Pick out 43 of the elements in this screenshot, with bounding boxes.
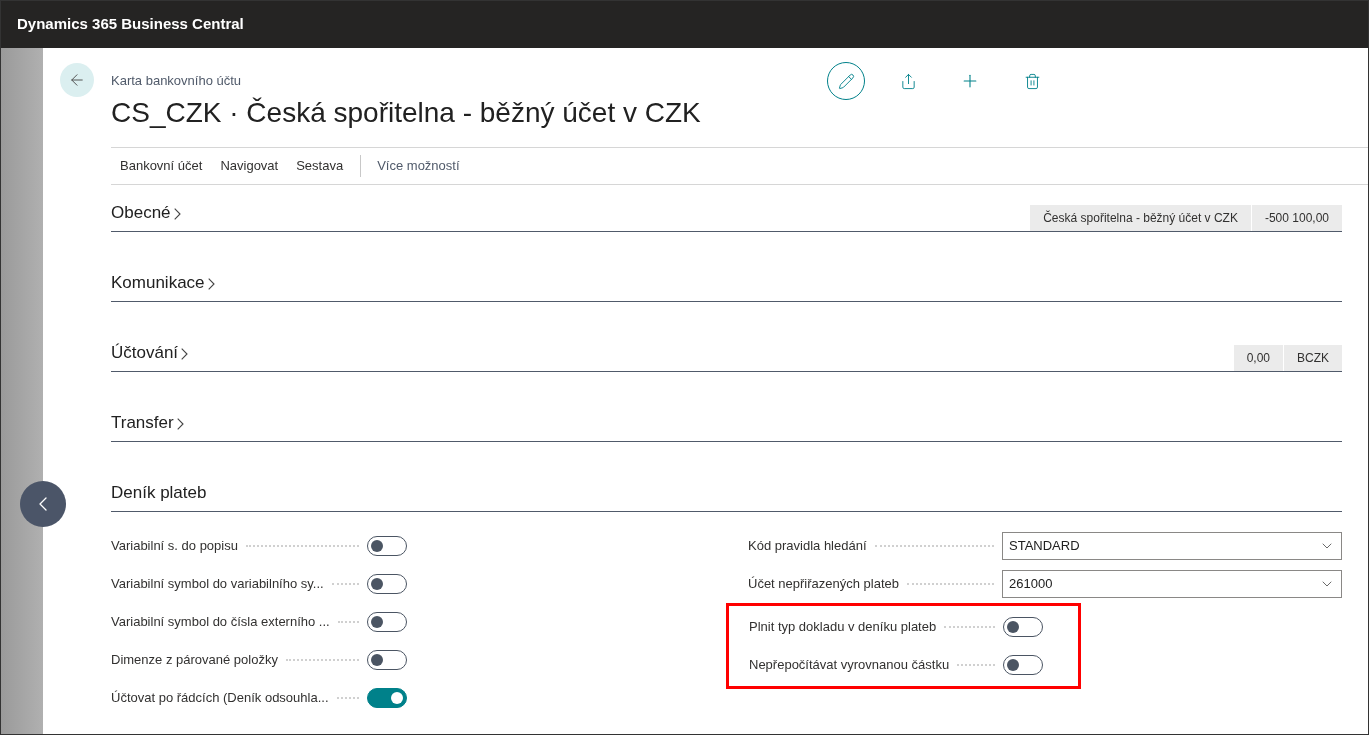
section-header[interactable]: Obecné xyxy=(111,200,181,231)
chevron-right-icon xyxy=(176,417,184,430)
toggle-switch[interactable] xyxy=(367,687,407,708)
fact-chip: Česká spořitelna - běžný účet v CZK xyxy=(1030,204,1251,231)
dropdown-field[interactable]: 261000 xyxy=(1002,569,1342,598)
collapse-button[interactable] xyxy=(20,481,66,527)
field-label: Variabilní symbol do variabilního sy... xyxy=(111,574,324,593)
app-title: Dynamics 365 Business Central xyxy=(17,14,244,35)
field-label: Nepřepočítávat vyrovnanou částku xyxy=(749,655,950,674)
more-options-link[interactable]: Více možností xyxy=(369,155,468,176)
chevron-right-icon xyxy=(181,347,189,360)
fact-chip: -500 100,00 xyxy=(1250,204,1342,231)
back-button[interactable] xyxy=(60,63,94,97)
field-label: Účtovat po řádcích (Deník odsouhla... xyxy=(111,688,329,707)
share-icon xyxy=(899,72,917,90)
section-header[interactable]: Účtování xyxy=(111,340,189,371)
toggle-switch[interactable] xyxy=(367,649,407,670)
field-label: Kód pravidla hledání xyxy=(748,536,867,555)
trash-icon xyxy=(1023,72,1041,90)
page-title: CS_CZK · Česká spořitelna - běžný účet v CZK xyxy=(111,98,701,127)
section-header[interactable]: Deník plateb xyxy=(111,480,207,511)
toggle-switch[interactable] xyxy=(1003,654,1043,675)
chevron-right-icon xyxy=(207,277,215,290)
pencil-icon xyxy=(837,72,855,90)
toggle-switch[interactable] xyxy=(1003,616,1043,637)
section-header[interactable]: Transfer xyxy=(111,410,184,441)
field-label: Variabilní symbol do čísla externího ... xyxy=(111,612,330,631)
breadcrumb: Karta bankovního účtu xyxy=(111,72,243,90)
action-menu-item[interactable]: Navigovat xyxy=(211,147,288,184)
section-header[interactable]: Komunikace xyxy=(111,270,215,301)
field-label: Dimenze z párované položky xyxy=(111,650,278,669)
fact-chip: 0,00 xyxy=(1233,344,1283,371)
toggle-switch[interactable] xyxy=(367,573,407,594)
field-label: Variabilní s. do popisu xyxy=(111,536,238,555)
field-label: Plnit typ dokladu v deníku plateb xyxy=(749,617,937,636)
toggle-switch[interactable] xyxy=(367,611,407,632)
dropdown-field[interactable]: STANDARD xyxy=(1002,531,1342,560)
action-menu-item[interactable]: Bankovní účet xyxy=(111,147,212,184)
chevron-right-icon xyxy=(173,207,181,220)
toggle-switch[interactable] xyxy=(367,535,407,556)
action-menu-item[interactable]: Sestava xyxy=(287,147,353,184)
fact-chip: BCZK xyxy=(1283,344,1342,371)
field-label: Účet nepřiřazených plateb xyxy=(748,574,900,593)
